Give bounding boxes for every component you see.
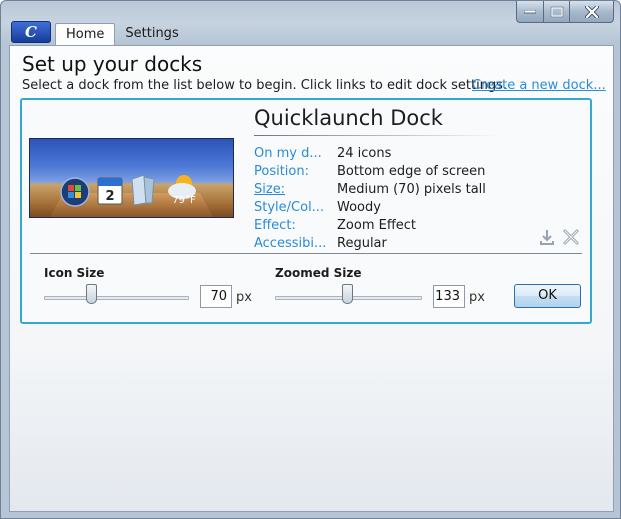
prop-row: Style/Col... Woody xyxy=(254,199,486,217)
prop-row: Size: Medium (70) pixels tall xyxy=(254,181,486,199)
maximize-button[interactable] xyxy=(544,1,570,23)
download-icon[interactable] xyxy=(538,228,556,246)
minimize-icon xyxy=(524,9,536,13)
caption-buttons xyxy=(516,1,614,23)
app-logo-icon[interactable]: C xyxy=(11,21,51,43)
prop-row: Position: Bottom edge of screen xyxy=(254,163,486,181)
calendar-day: 2 xyxy=(105,189,114,204)
dock-name: Quicklaunch Dock xyxy=(254,106,443,130)
zoomed-size-label: Zoomed Size xyxy=(275,266,362,280)
prop-key-effect[interactable]: Effect: xyxy=(254,217,337,235)
windows-start-icon xyxy=(60,177,90,207)
close-button[interactable] xyxy=(570,1,614,23)
create-new-dock-link[interactable]: Create a new dock... xyxy=(472,78,606,93)
prop-value-effect: Zoom Effect xyxy=(337,218,417,233)
prop-row: Effect: Zoom Effect xyxy=(254,217,486,235)
prop-key-size[interactable]: Size: xyxy=(254,181,337,199)
calendar-icon: 2 xyxy=(97,177,123,205)
prop-value-style: Woody xyxy=(337,200,381,215)
page-subtitle: Select a dock from the list below to beg… xyxy=(22,78,508,93)
dock-preview-image[interactable]: 2 79°F xyxy=(29,138,234,218)
close-icon xyxy=(584,5,599,18)
tab-bar: Home Settings xyxy=(55,23,189,46)
maximize-icon xyxy=(550,6,563,17)
prop-value-position: Bottom edge of screen xyxy=(337,164,486,179)
dock-tools xyxy=(538,228,580,246)
dock-card[interactable]: 2 79°F Quicklaunch Dock On my d... 24 ic… xyxy=(20,98,592,324)
title-bar[interactable]: C Home Settings xyxy=(1,1,620,46)
dock-properties: On my d... 24 icons Position: Bottom edg… xyxy=(254,145,486,253)
prop-value-accessibility: Regular xyxy=(337,236,387,251)
prop-key-accessibility[interactable]: Accessibi... xyxy=(254,235,337,253)
card-divider xyxy=(30,253,582,254)
dock-name-underline xyxy=(254,135,499,136)
weather-icon: 79°F xyxy=(168,175,196,206)
icon-size-input[interactable]: 70 xyxy=(200,285,232,308)
prop-value-icons: 24 icons xyxy=(337,146,392,161)
ok-button[interactable]: OK xyxy=(514,284,581,308)
page-title: Set up your docks xyxy=(22,52,203,76)
tab-settings[interactable]: Settings xyxy=(115,23,188,46)
prop-value-size: Medium (70) pixels tall xyxy=(337,182,486,197)
prop-key-style[interactable]: Style/Col... xyxy=(254,199,337,217)
icon-size-label: Icon Size xyxy=(44,266,105,280)
zoomed-size-slider-thumb[interactable] xyxy=(342,284,353,304)
prop-row: On my d... 24 icons xyxy=(254,145,486,163)
app-window: C Home Settings Set up your docks Select… xyxy=(0,0,621,519)
prop-key-position[interactable]: Position: xyxy=(254,163,337,181)
prop-key-icons[interactable]: On my d... xyxy=(254,145,337,163)
delete-icon[interactable] xyxy=(562,228,580,246)
tab-home[interactable]: Home xyxy=(55,23,116,46)
weather-temperature: 79°F xyxy=(172,195,196,206)
zoomed-size-unit: px xyxy=(469,290,485,305)
zoomed-size-input[interactable]: 133 xyxy=(433,285,465,308)
minimize-button[interactable] xyxy=(516,1,544,23)
icon-size-unit: px xyxy=(236,290,252,305)
home-panel: Set up your docks Select a dock from the… xyxy=(9,45,614,512)
prop-row: Accessibi... Regular xyxy=(254,235,486,253)
icon-size-slider-thumb[interactable] xyxy=(86,284,97,304)
folder-icon xyxy=(131,174,155,206)
icon-size-slider-track[interactable] xyxy=(44,296,189,300)
